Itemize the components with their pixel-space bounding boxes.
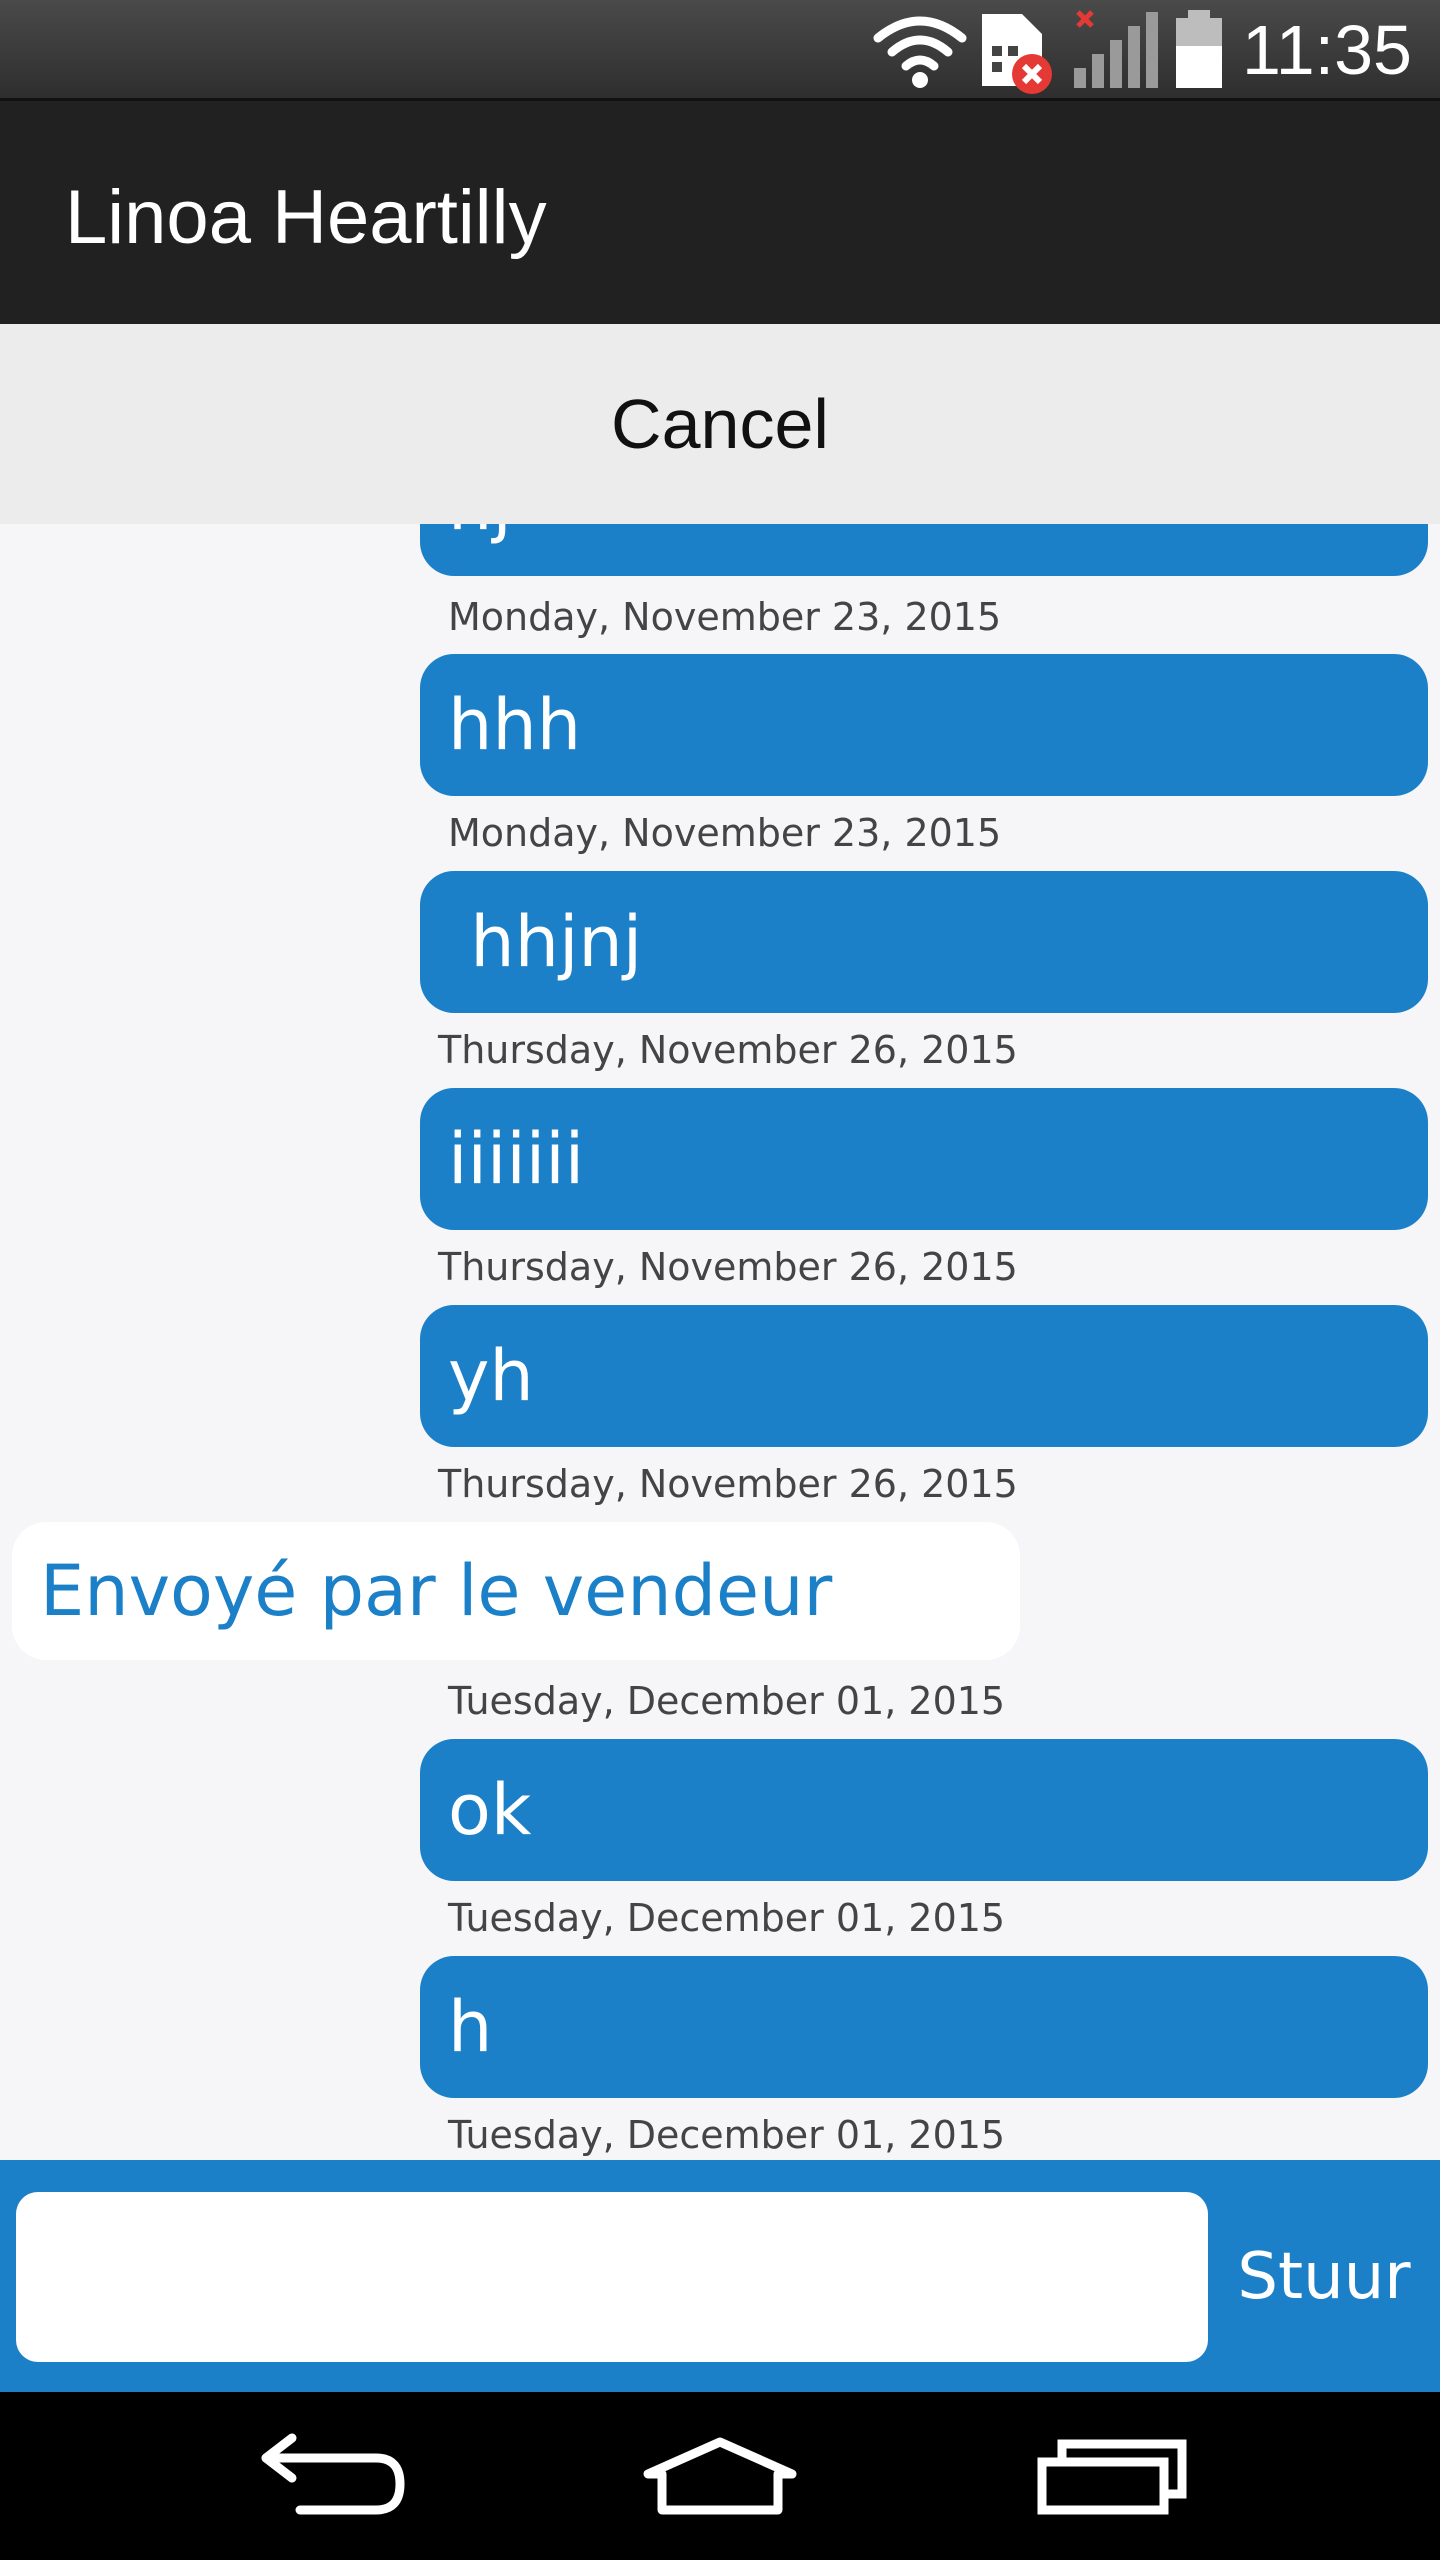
composer-bar: Stuur [0, 2160, 1440, 2392]
message-bubble[interactable]: iiiiiii [420, 1088, 1428, 1230]
message-timestamp: Thursday, November 26, 2015 [438, 1462, 1018, 1506]
message-list[interactable]: hj Monday, November 23, 2015 hhh Monday,… [0, 524, 1440, 2160]
sim-error-icon [978, 10, 1058, 104]
navigation-bar [0, 2392, 1440, 2560]
message-input[interactable] [16, 2192, 1208, 2362]
message-timestamp: Monday, November 23, 2015 [448, 595, 1002, 639]
message-bubble[interactable]: hhjnj [420, 871, 1428, 1013]
message-timestamp: Monday, November 23, 2015 [448, 811, 1002, 855]
recent-apps-icon[interactable] [1010, 2416, 1210, 2536]
signal-icon [1070, 10, 1160, 94]
app-bar: Linoa Heartilly [0, 98, 1440, 327]
seller-message-bubble[interactable]: Envoyé par le vendeur [12, 1522, 1020, 1660]
wifi-icon [870, 10, 970, 94]
message-bubble[interactable]: hj [420, 524, 1428, 576]
message-timestamp: Tuesday, December 01, 2015 [448, 2113, 1006, 2157]
message-timestamp: Tuesday, December 01, 2015 [448, 1896, 1006, 1940]
send-button[interactable]: Stuur [1220, 2192, 1428, 2362]
home-icon[interactable] [620, 2416, 820, 2536]
back-icon[interactable] [230, 2416, 430, 2536]
message-timestamp: Thursday, November 26, 2015 [438, 1245, 1018, 1289]
page-title: Linoa Heartilly [65, 175, 547, 260]
message-timestamp: Tuesday, December 01, 2015 [448, 1679, 1006, 1723]
message-bubble[interactable]: hhh [420, 654, 1428, 796]
battery-icon [1172, 10, 1226, 94]
clock: 11:35 [1242, 11, 1412, 89]
message-bubble[interactable]: h [420, 1956, 1428, 2098]
cancel-label: Cancel [611, 385, 829, 463]
status-bar: 11:35 [0, 0, 1440, 98]
cancel-button[interactable]: Cancel [0, 324, 1440, 524]
message-timestamp: Thursday, November 26, 2015 [438, 1028, 1018, 1072]
message-bubble[interactable]: ok [420, 1739, 1428, 1881]
message-bubble[interactable]: yh [420, 1305, 1428, 1447]
